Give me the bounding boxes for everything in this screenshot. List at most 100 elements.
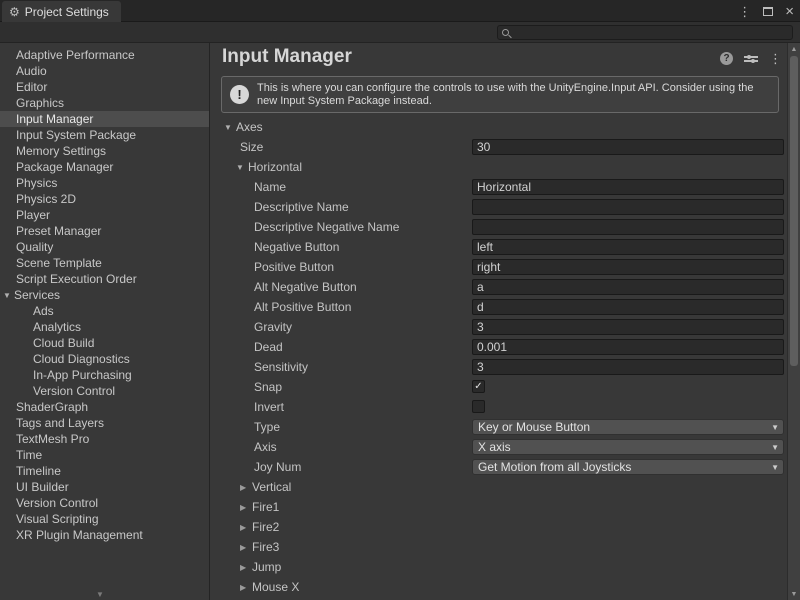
descriptive-negative-name-field[interactable] [472, 219, 784, 235]
sidebar-item-time[interactable]: Time [0, 447, 209, 463]
jump-foldout[interactable]: ▶ Jump [211, 557, 787, 577]
sidebar-item-label: Time [16, 448, 42, 462]
axes-foldout[interactable]: ▼ Axes [211, 117, 787, 137]
alt-negative-button-field[interactable] [472, 279, 784, 295]
sidebar-item-preset-manager[interactable]: Preset Manager [0, 223, 209, 239]
horizontal-foldout[interactable]: ▼ Horizontal [211, 157, 787, 177]
search-input[interactable] [513, 27, 788, 39]
joy-num-dropdown[interactable]: Get Motion from all Joysticks ▼ [472, 459, 784, 475]
sidebar-item-input-manager[interactable]: Input Manager [0, 111, 209, 127]
toolbar [0, 22, 800, 43]
sidebar-item-physics-2d[interactable]: Physics 2D [0, 191, 209, 207]
descriptive-name-field[interactable] [472, 199, 784, 215]
help-icon[interactable]: ? [720, 52, 733, 65]
sidebar-item-cloud-build[interactable]: Cloud Build [0, 335, 209, 351]
size-field[interactable] [472, 139, 784, 155]
sidebar-item-analytics[interactable]: Analytics [0, 319, 209, 335]
sensitivity-row: Sensitivity [211, 357, 787, 377]
sidebar-item-physics[interactable]: Physics [0, 175, 209, 191]
sidebar-item-audio[interactable]: Audio [0, 63, 209, 79]
sidebar-item-label: UI Builder [16, 480, 69, 494]
descriptive-name-row: Descriptive Name [211, 197, 787, 217]
sidebar-item-timeline[interactable]: Timeline [0, 463, 209, 479]
sidebar-item-package-manager[interactable]: Package Manager [0, 159, 209, 175]
window-controls: ⋮ × [738, 0, 794, 22]
foldout-label: Fire2 [252, 520, 279, 534]
project-settings-window: ⚙ Project Settings ⋮ × Adaptive Performa… [0, 0, 800, 600]
sidebar-item-script-execution-order[interactable]: Script Execution Order [0, 271, 209, 287]
sidebar-item-adaptive-performance[interactable]: Adaptive Performance [0, 47, 209, 63]
sidebar-item-scene-template[interactable]: Scene Template [0, 255, 209, 271]
title-bar: ⚙ Project Settings ⋮ × [0, 0, 800, 22]
preset-knob [751, 59, 755, 63]
axes-tree: ▼ Axes Size ▼ Horizontal Name Descriptiv… [211, 117, 787, 597]
sidebar-item-editor[interactable]: Editor [0, 79, 209, 95]
close-icon[interactable]: × [785, 4, 794, 19]
sidebar-item-label: Graphics [16, 96, 64, 110]
invert-checkbox[interactable] [472, 400, 485, 413]
maximize-icon[interactable] [763, 7, 773, 16]
gravity-row: Gravity [211, 317, 787, 337]
sidebar-item-version-control[interactable]: Version Control [0, 495, 209, 511]
foldout-label: Fire3 [252, 540, 279, 554]
negative-button-field[interactable] [472, 239, 784, 255]
vertical-scrollbar[interactable]: ▲ ▼ [787, 43, 800, 600]
sidebar-item-ads[interactable]: Ads [0, 303, 209, 319]
chevron-down-icon: ▼ [771, 463, 779, 472]
scroll-down-icon[interactable]: ▼ [788, 588, 800, 600]
sidebar-item-label: Quality [16, 240, 53, 254]
fire1-foldout[interactable]: ▶ Fire1 [211, 497, 787, 517]
sidebar-scroll-down-icon[interactable]: ▼ [96, 590, 104, 599]
window-menu-icon[interactable]: ⋮ [738, 5, 751, 18]
property-label: Size [240, 140, 263, 154]
alt-positive-button-row: Alt Positive Button [211, 297, 787, 317]
tab-project-settings[interactable]: ⚙ Project Settings [2, 1, 121, 22]
info-text: This is where you can configure the cont… [257, 82, 770, 108]
context-menu-icon[interactable]: ⋮ [769, 52, 782, 65]
positive-button-row: Positive Button [211, 257, 787, 277]
fire2-foldout[interactable]: ▶ Fire2 [211, 517, 787, 537]
sidebar-item-label: Audio [16, 64, 47, 78]
sidebar-item-graphics[interactable]: Graphics [0, 95, 209, 111]
axis-dropdown[interactable]: X axis ▼ [472, 439, 784, 455]
property-label: Alt Positive Button [254, 300, 351, 314]
descriptive-negative-name-row: Descriptive Negative Name [211, 217, 787, 237]
sidebar-item-visual-scripting[interactable]: Visual Scripting [0, 511, 209, 527]
sidebar-item-xr-plugin-management[interactable]: XR Plugin Management [0, 527, 209, 543]
scrollbar-thumb[interactable] [790, 56, 798, 366]
vertical-foldout[interactable]: ▶ Vertical [211, 477, 787, 497]
mouse-x-foldout[interactable]: ▶ Mouse X [211, 577, 787, 597]
positive-button-field[interactable] [472, 259, 784, 275]
snap-checkbox[interactable]: ✓ [472, 380, 485, 393]
sidebar-item-input-system-package[interactable]: Input System Package [0, 127, 209, 143]
sidebar-item-services[interactable]: ▼Services [0, 287, 209, 303]
fire3-foldout[interactable]: ▶ Fire3 [211, 537, 787, 557]
type-dropdown[interactable]: Key or Mouse Button ▼ [472, 419, 784, 435]
sidebar-item-player[interactable]: Player [0, 207, 209, 223]
sidebar-item-version-control-services[interactable]: Version Control [0, 383, 209, 399]
sidebar-item-ui-builder[interactable]: UI Builder [0, 479, 209, 495]
gear-icon: ⚙ [9, 6, 20, 18]
sidebar-item-tags-and-layers[interactable]: Tags and Layers [0, 415, 209, 431]
dead-field[interactable] [472, 339, 784, 355]
sidebar-item-quality[interactable]: Quality [0, 239, 209, 255]
name-field[interactable] [472, 179, 784, 195]
property-label: Type [254, 420, 280, 434]
alt-positive-button-field[interactable] [472, 299, 784, 315]
scroll-up-icon[interactable]: ▲ [788, 43, 800, 55]
search-box[interactable] [497, 25, 793, 40]
sensitivity-field[interactable] [472, 359, 784, 375]
sidebar-item-label: Adaptive Performance [16, 48, 135, 62]
sidebar-item-label: Preset Manager [16, 224, 101, 238]
sidebar-item-label: Version Control [16, 496, 98, 510]
preset-icon[interactable] [744, 53, 758, 65]
sidebar-item-shadergraph[interactable]: ShaderGraph [0, 399, 209, 415]
joy-num-row: Joy Num Get Motion from all Joysticks ▼ [211, 457, 787, 477]
foldout-label: Mouse X [252, 580, 299, 594]
sidebar-item-memory-settings[interactable]: Memory Settings [0, 143, 209, 159]
sidebar-item-cloud-diagnostics[interactable]: Cloud Diagnostics [0, 351, 209, 367]
gravity-field[interactable] [472, 319, 784, 335]
sidebar-item-in-app-purchasing[interactable]: In-App Purchasing [0, 367, 209, 383]
sidebar-item-label: Player [16, 208, 50, 222]
sidebar-item-textmesh-pro[interactable]: TextMesh Pro [0, 431, 209, 447]
